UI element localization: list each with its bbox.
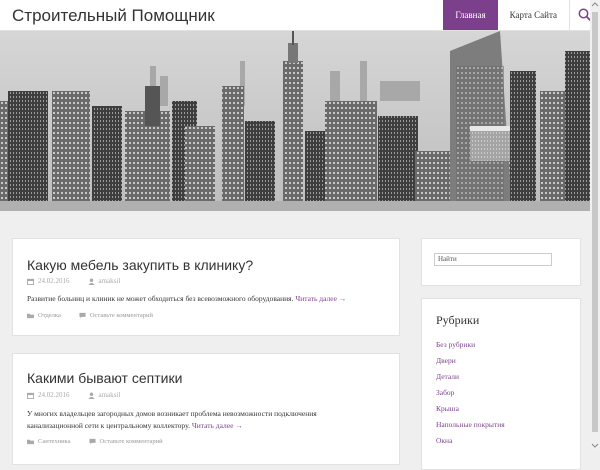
category-link[interactable]: Без рубрики	[436, 341, 505, 357]
scroll-up-icon[interactable]	[590, 0, 600, 10]
category-link[interactable]: Забор	[436, 389, 505, 405]
category-link[interactable]: Детали	[436, 373, 505, 389]
post-excerpt-text: Развитие больниц и клиник не может обход…	[27, 294, 294, 303]
read-more-link[interactable]: Читать далее →	[192, 421, 243, 430]
post-comment-link[interactable]: Оставьте комментарий	[90, 312, 153, 319]
post-title[interactable]: Какими бывают септики	[27, 370, 182, 386]
post-card: Какими бывают септики 24.02.2016 amaksil…	[12, 353, 400, 465]
post-footer: Сантехника Оставьте комментарий	[27, 438, 163, 445]
widget-title: Рубрики	[436, 313, 480, 327]
nav-item-sitemap[interactable]: Карта Сайта	[498, 0, 569, 30]
post-excerpt: У многих владельцев загородных домов воз…	[27, 408, 372, 432]
nav-item-home[interactable]: Главная	[443, 0, 498, 30]
scrollbar-thumb[interactable]	[592, 12, 598, 432]
post-date[interactable]: 24.02.2016	[38, 391, 70, 399]
post-title[interactable]: Какую мебель закупить в клинику?	[27, 257, 253, 273]
post-date[interactable]: 24.02.2016	[38, 277, 70, 285]
post-category-link[interactable]: Сантехника	[38, 438, 71, 445]
post-card: Какую мебель закупить в клинику? 24.02.2…	[12, 238, 400, 336]
sidebar-search-input[interactable]: Найти	[434, 253, 552, 266]
user-icon	[87, 277, 95, 285]
category-link[interactable]: Напольные покрытия	[436, 421, 505, 437]
scroll-down-icon[interactable]	[590, 440, 600, 450]
folder-icon	[27, 313, 34, 319]
header-image	[0, 31, 600, 211]
category-link[interactable]: Двери	[436, 357, 505, 373]
post-meta: 24.02.2016 amaksil	[27, 277, 120, 285]
post-excerpt: Развитие больниц и клиник не может обход…	[27, 293, 372, 305]
site-title[interactable]: Строительный Помощник	[12, 6, 215, 26]
post-comment-link[interactable]: Оставьте комментарий	[100, 438, 163, 445]
post-category-link[interactable]: Отделка	[38, 312, 61, 319]
calendar-icon	[27, 278, 34, 285]
calendar-icon	[27, 392, 34, 399]
main-nav: Главная Карта Сайта	[443, 0, 600, 30]
post-excerpt-text: У многих владельцев загородных домов воз…	[27, 409, 317, 430]
vertical-scrollbar[interactable]	[590, 0, 600, 450]
post-author[interactable]: amaksil	[99, 277, 121, 285]
search-widget: Найти	[421, 238, 581, 286]
category-list: Без рубрики Двери Детали Забор Крыша Нап…	[436, 341, 505, 453]
comment-icon	[88, 438, 96, 445]
comment-icon	[79, 312, 86, 319]
post-footer: Отделка Оставьте комментарий	[27, 312, 153, 319]
category-link[interactable]: Крыша	[436, 405, 505, 421]
user-icon	[87, 391, 95, 399]
post-author[interactable]: amaksil	[99, 391, 121, 399]
category-link[interactable]: Окна	[436, 437, 505, 453]
site-header: Строительный Помощник Главная Карта Сайт…	[0, 0, 600, 31]
folder-icon	[27, 439, 34, 445]
read-more-link[interactable]: Читать далее →	[295, 294, 346, 303]
post-meta: 24.02.2016 amaksil	[27, 391, 120, 399]
categories-widget: Рубрики Без рубрики Двери Детали Забор К…	[421, 298, 581, 470]
